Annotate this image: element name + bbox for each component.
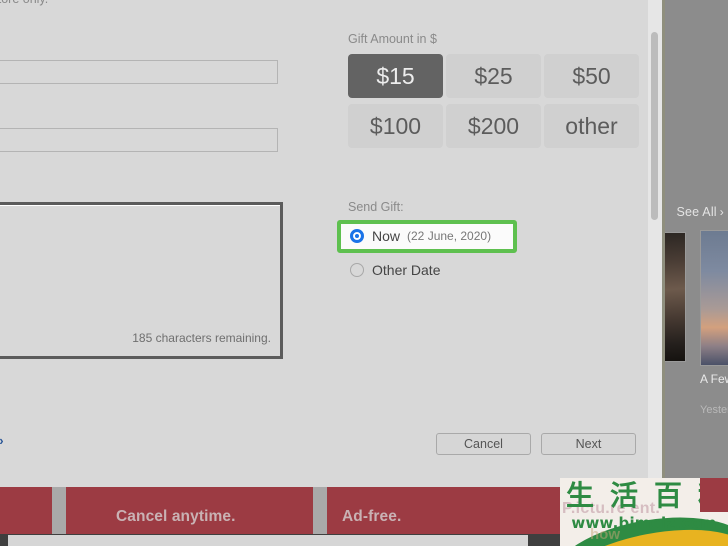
chevron-right-icon: › — [719, 205, 724, 219]
radio-other-date[interactable]: Other Date — [350, 262, 440, 278]
next-button[interactable]: Next — [541, 433, 636, 455]
content-card-thumbnail[interactable] — [664, 232, 686, 362]
dialog-right-edge — [662, 0, 665, 487]
amount-option-200[interactable]: $200 — [446, 104, 541, 148]
chevron-right-icon: › — [0, 433, 4, 448]
radio-unselected-icon — [350, 263, 364, 277]
watermark-url: www.bimeiz.com — [571, 514, 717, 532]
cancel-button[interactable]: Cancel — [436, 433, 531, 455]
see-all-link[interactable]: See All › — [676, 205, 724, 219]
radio-other-date-label: Other Date — [372, 262, 441, 278]
watermark-char-3: 百 — [653, 479, 682, 512]
see-all-label: See All — [676, 205, 717, 219]
content-card-thumbnail[interactable] — [700, 230, 728, 366]
sender-name-input[interactable] — [0, 128, 278, 152]
learn-more-about-gifting-link[interactable]: Learn More About Gifting› — [0, 433, 4, 448]
watermark-char-1: 生 — [566, 479, 595, 512]
amount-option-25[interactable]: $25 — [446, 54, 541, 98]
recipient-email-input[interactable] — [0, 60, 278, 84]
gift-amount-label: Gift Amount in $ — [348, 32, 437, 46]
amount-option-15[interactable]: $15 — [348, 54, 443, 98]
amount-option-100[interactable]: $100 — [348, 104, 443, 148]
amount-option-other[interactable]: other — [544, 104, 639, 148]
fine-print: Redeemable in Philippines store only. — [0, 0, 48, 6]
watermark: P.ictu.re ent. how 生 活 百 科 www.bimeiz.co… — [560, 478, 728, 546]
watermark-char-2: 活 — [609, 479, 638, 512]
promo-item-label: Ad-free. — [342, 507, 402, 525]
gift-dialog: Redeemable in Philippines store only. To… — [0, 0, 665, 487]
message-textarea[interactable]: Happy Birthday! 185 characters remaining… — [0, 202, 283, 359]
content-card-title: A Few Moments — [700, 372, 728, 386]
promo-base-inner — [8, 535, 528, 546]
gift-amount-options: $15 $25 $50 $100 $200 other — [348, 54, 640, 148]
amount-option-50[interactable]: $50 — [544, 54, 639, 98]
content-card-subtitle: Yesterday — [700, 404, 728, 416]
send-gift-label: Send Gift: — [348, 200, 404, 214]
radio-send-now[interactable]: Now (22 June, 2020) — [350, 228, 491, 244]
radio-send-now-label: Now — [372, 228, 401, 244]
character-counter: 185 characters remaining. — [132, 331, 271, 345]
radio-selected-icon — [350, 229, 364, 243]
radio-send-now-date: (22 June, 2020) — [407, 229, 492, 243]
promo-item-label: Cancel anytime. — [116, 507, 236, 525]
watermark-red-corner — [700, 478, 728, 512]
dialog-scrollbar-thumb[interactable] — [651, 32, 658, 220]
